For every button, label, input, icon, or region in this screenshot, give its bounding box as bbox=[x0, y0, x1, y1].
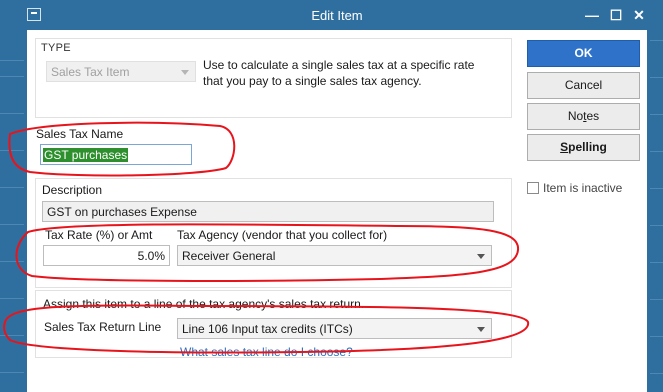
tax-agency-value: Receiver General bbox=[182, 249, 276, 263]
chevron-down-icon bbox=[477, 327, 485, 332]
cancel-button[interactable]: Cancel bbox=[527, 72, 640, 99]
chevron-down-icon bbox=[477, 254, 485, 259]
sales-tax-line-help-link[interactable]: What sales tax line do I choose? bbox=[180, 345, 353, 359]
tax-rate-field[interactable]: 5.0% bbox=[43, 245, 170, 266]
tax-agency-select[interactable]: Receiver General bbox=[177, 245, 492, 266]
item-inactive-checkbox[interactable] bbox=[527, 182, 539, 194]
description-field[interactable]: GST on purchases Expense bbox=[42, 201, 494, 222]
sales-tax-name-field[interactable]: GST purchases bbox=[40, 144, 192, 165]
notes-button[interactable]: Notes bbox=[527, 103, 640, 130]
tax-rate-label: Tax Rate (%) or Amt bbox=[45, 228, 153, 242]
type-description-line2: that you pay to a single sales tax agenc… bbox=[203, 74, 422, 88]
dialog-body: TYPE Sales Tax Item Use to calculate a s… bbox=[27, 30, 647, 392]
spelling-button[interactable]: Spelling bbox=[527, 134, 640, 161]
window-title: Edit Item bbox=[311, 8, 363, 23]
sales-tax-name-value: GST purchases bbox=[43, 148, 129, 162]
close-button[interactable]: ✕ bbox=[631, 7, 647, 23]
background-window-right bbox=[650, 0, 663, 392]
type-heading: TYPE bbox=[41, 42, 71, 54]
sales-tax-return-line-select[interactable]: Line 106 Input tax credits (ITCs) bbox=[177, 318, 492, 339]
item-type-select: Sales Tax Item bbox=[46, 61, 196, 82]
tax-agency-label: Tax Agency (vendor that you collect for) bbox=[177, 228, 388, 242]
assign-text: Assign this item to a line of the tax ag… bbox=[43, 297, 365, 311]
sales-tax-return-line-value: Line 106 Input tax credits (ITCs) bbox=[182, 322, 353, 336]
sales-tax-name-label: Sales Tax Name bbox=[36, 127, 124, 141]
tax-rate-value: 5.0% bbox=[137, 249, 165, 263]
maximize-button[interactable]: ☐ bbox=[608, 7, 624, 23]
type-description-line1: Use to calculate a single sales tax at a… bbox=[203, 58, 475, 72]
ok-button[interactable]: OK bbox=[527, 40, 640, 67]
sales-tax-return-line-label: Sales Tax Return Line bbox=[44, 320, 162, 334]
minimize-button[interactable]: — bbox=[584, 7, 600, 23]
description-value: GST on purchases Expense bbox=[47, 205, 197, 219]
item-inactive-label: Item is inactive bbox=[543, 181, 623, 195]
edit-item-dialog: Edit Item — ☐ ✕ TYPE Sales Tax Item Use … bbox=[24, 0, 650, 392]
title-bar: Edit Item — ☐ ✕ bbox=[24, 0, 650, 30]
chevron-down-icon bbox=[181, 70, 189, 75]
background-window-left bbox=[0, 0, 24, 392]
description-label: Description bbox=[42, 183, 103, 197]
item-type-value: Sales Tax Item bbox=[51, 65, 130, 79]
